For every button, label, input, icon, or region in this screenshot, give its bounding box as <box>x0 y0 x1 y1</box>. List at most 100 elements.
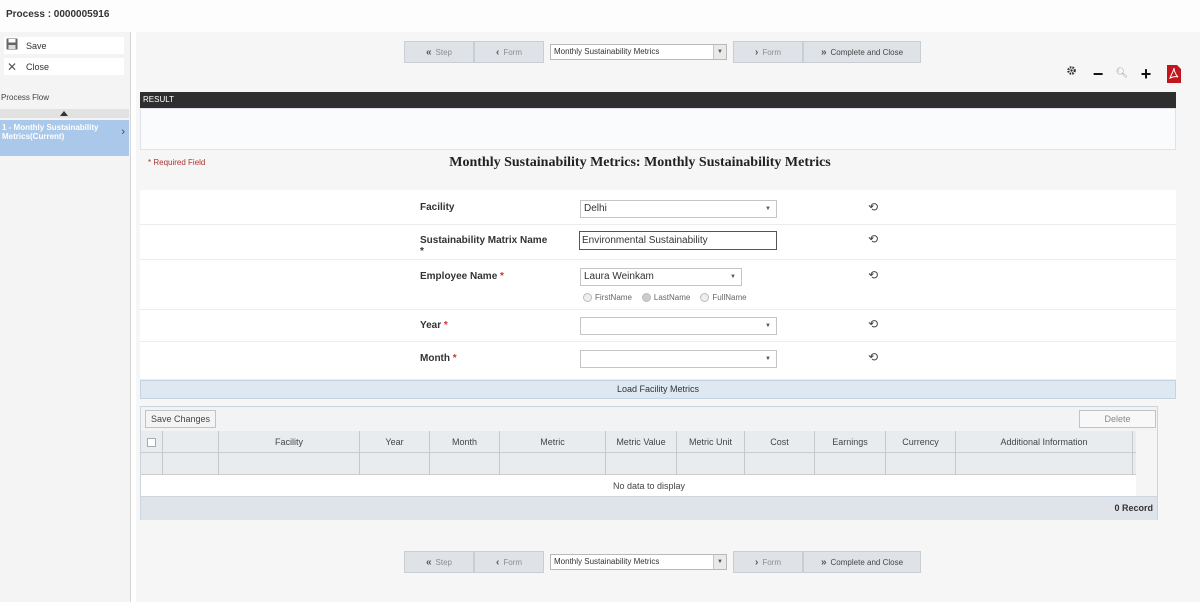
employee-name-select[interactable]: Laura Weinkam ▼ <box>580 268 742 286</box>
save-button[interactable]: Save <box>4 37 124 54</box>
complete-close-button[interactable]: » Complete and Close <box>803 551 921 573</box>
select-all-checkbox[interactable] <box>147 438 156 448</box>
facility-value: Delhi <box>584 203 607 214</box>
required-mark: * <box>420 246 424 257</box>
save-changes-button[interactable]: Save Changes <box>145 410 216 428</box>
form-select[interactable]: Monthly Sustainability Metrics ▼ <box>550 44 727 60</box>
dropdown-arrow-icon: ▼ <box>765 323 771 329</box>
history-icon[interactable]: ⟲ <box>866 200 880 214</box>
filter-cell-facility[interactable] <box>219 453 360 475</box>
form-nav-top: « Step ‹ Form Monthly Sustainability Met… <box>404 41 921 63</box>
column-header-currency[interactable]: Currency <box>886 431 956 453</box>
dropdown-arrow-icon: ▼ <box>713 555 726 569</box>
delete-button[interactable]: Delete <box>1079 410 1156 428</box>
matrix-name-label-text: Sustainability Matrix Name <box>420 235 548 246</box>
matrix-name-label: Sustainability Matrix Name * <box>420 235 547 257</box>
year-label-text: Year <box>420 320 442 331</box>
facility-select[interactable]: Delhi ▼ <box>580 200 777 218</box>
process-flow-step-current[interactable]: 1 - Monthly Sustainability Metrics(Curre… <box>0 120 129 156</box>
column-header-metric[interactable]: Metric <box>500 431 606 453</box>
column-header-earnings[interactable]: Earnings <box>815 431 886 453</box>
history-icon[interactable]: ⟲ <box>866 317 880 331</box>
required-mark: * <box>443 320 448 331</box>
form-back-button[interactable]: ‹ Form <box>474 551 544 573</box>
complete-close-button[interactable]: » Complete and Close <box>803 41 921 63</box>
zoom-out-icon[interactable]: − <box>1088 64 1108 84</box>
process-flow-step-label: 1 - Monthly Sustainability Metrics(Curre… <box>2 123 99 141</box>
filter-cell-currency[interactable] <box>886 453 956 475</box>
filter-cell-cost[interactable] <box>745 453 815 475</box>
radio-fullname[interactable]: FullName <box>700 293 747 302</box>
form-forward-button[interactable]: › Form <box>733 41 803 63</box>
history-icon[interactable]: ⟲ <box>866 232 880 246</box>
radio-firstname[interactable]: FirstName <box>583 293 632 302</box>
matrix-name-input[interactable]: Environmental Sustainability <box>579 231 777 250</box>
settings-icon[interactable] <box>1061 64 1081 84</box>
zoom-in-icon[interactable]: + <box>1136 64 1156 84</box>
column-header-additional-information[interactable]: Additional Information <box>956 431 1133 453</box>
grid-empty-message: No data to display <box>612 481 686 491</box>
chevron-left-icon: ‹ <box>495 556 500 568</box>
radio-dot <box>641 293 651 302</box>
filter-cell-metric[interactable] <box>500 453 606 475</box>
result-header: RESULT <box>140 92 1176 108</box>
load-facility-metrics-button[interactable]: Load Facility Metrics <box>140 380 1176 399</box>
select-all-cell <box>141 431 163 453</box>
month-label: Month * <box>420 353 457 364</box>
column-header-cost[interactable]: Cost <box>745 431 815 453</box>
filter-cell-month[interactable] <box>430 453 500 475</box>
form-select[interactable]: Monthly Sustainability Metrics ▼ <box>550 554 727 570</box>
zoom-reset-icon[interactable]: 🔍︎ <box>1112 64 1132 84</box>
filter-cell-metric-unit[interactable] <box>677 453 745 475</box>
form-select-value: Monthly Sustainability Metrics <box>554 47 660 56</box>
filter-cell-year[interactable] <box>360 453 430 475</box>
double-chevron-left-icon: « <box>425 46 432 58</box>
employee-name-label: Employee Name * <box>420 271 504 282</box>
column-header-year[interactable]: Year <box>360 431 430 453</box>
step-back-label: Step <box>435 557 453 567</box>
save-label: Save <box>26 40 47 51</box>
grid-filter-row <box>141 453 1136 475</box>
column-header-metric-value[interactable]: Metric Value <box>606 431 677 453</box>
grid-header-row: Facility Year Month Metric Metric Value … <box>141 431 1136 453</box>
chevron-left-icon: ‹ <box>495 46 500 58</box>
filter-cell-metric-value[interactable] <box>606 453 677 475</box>
employee-name-label-text: Employee Name <box>420 271 498 282</box>
column-header-metric-unit[interactable]: Metric Unit <box>677 431 745 453</box>
dropdown-arrow-icon: ▼ <box>713 45 726 59</box>
chevron-right-icon: › <box>754 46 759 58</box>
metrics-grid: Save Changes Delete Facility Year Month … <box>140 406 1158 520</box>
double-chevron-left-icon: « <box>425 556 432 568</box>
column-header-facility[interactable]: Facility <box>219 431 360 453</box>
form-nav-bottom: « Step ‹ Form Monthly Sustainability Met… <box>404 551 921 573</box>
employee-name-value: Laura Weinkam <box>584 271 654 282</box>
dropdown-arrow-icon: ▼ <box>730 274 736 280</box>
close-icon: ✕ <box>6 59 18 74</box>
month-select[interactable]: ▼ <box>580 350 777 368</box>
pdf-icon[interactable] <box>1164 64 1184 84</box>
form-title: Monthly Sustainability Metrics: Monthly … <box>449 155 831 170</box>
chevron-right-icon: › <box>121 126 125 138</box>
history-icon[interactable]: ⟲ <box>866 268 880 282</box>
process-flow-scroll-up[interactable] <box>0 109 129 118</box>
filter-cell-earnings[interactable] <box>815 453 886 475</box>
form-back-label: Form <box>503 557 522 567</box>
complete-close-label: Complete and Close <box>830 47 904 57</box>
double-chevron-right-icon: » <box>820 556 827 568</box>
close-button[interactable]: ✕ Close <box>4 58 124 75</box>
radio-lastname[interactable]: LastName <box>641 293 690 302</box>
radio-dot <box>700 293 710 302</box>
double-chevron-right-icon: » <box>820 46 827 58</box>
step-back-button[interactable]: « Step <box>404 41 474 63</box>
column-header-month[interactable]: Month <box>430 431 500 453</box>
close-label: Close <box>26 61 50 72</box>
filter-cell-additional-information[interactable] <box>956 453 1133 475</box>
form-forward-button[interactable]: › Form <box>733 551 803 573</box>
left-panel: Save ✕ Close Process Flow 1 - Monthly Su… <box>0 32 131 602</box>
step-back-button[interactable]: « Step <box>404 551 474 573</box>
save-icon <box>4 38 20 53</box>
history-icon[interactable]: ⟲ <box>866 350 880 364</box>
form-back-button[interactable]: ‹ Form <box>474 41 544 63</box>
year-select[interactable]: ▼ <box>580 317 777 335</box>
dropdown-arrow-icon: ▼ <box>765 206 771 212</box>
